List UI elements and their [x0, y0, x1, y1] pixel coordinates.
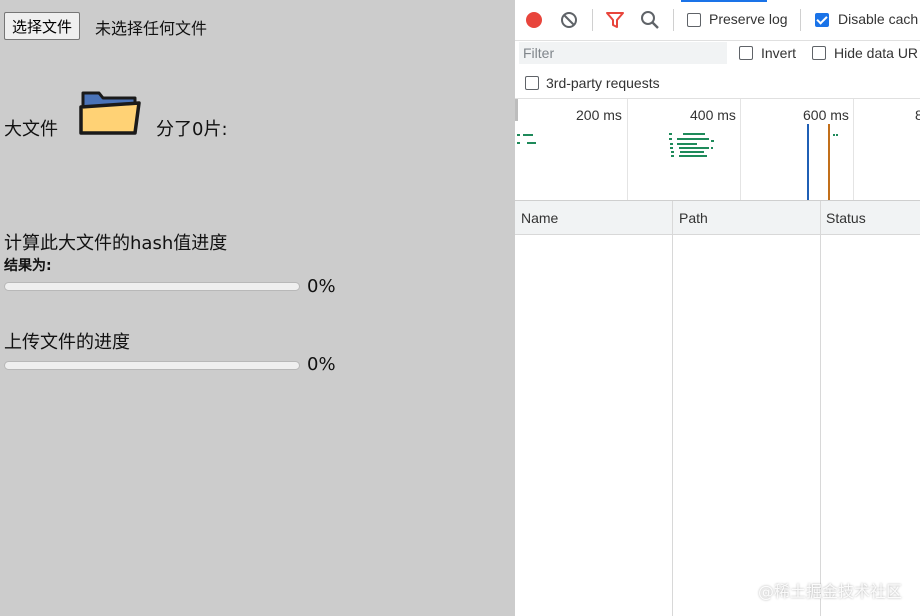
search-icon[interactable] — [640, 10, 660, 30]
filter-icon[interactable] — [605, 10, 625, 30]
upload-percent: 0% — [307, 354, 336, 375]
hide-data-urls-checkbox[interactable] — [812, 46, 826, 60]
filter-row: Invert Hide data UR — [515, 40, 920, 68]
record-icon[interactable] — [524, 10, 544, 30]
watermark: @稀土掘金技术社区 — [757, 582, 902, 601]
invert-label: Invert — [761, 45, 797, 61]
active-tab-indicator — [681, 0, 767, 2]
column-header-status[interactable]: Status — [826, 210, 866, 226]
column-divider[interactable] — [672, 201, 673, 616]
pieces-count-text: 分了0片: — [156, 119, 228, 140]
hash-progress-title: 计算此大文件的hash值进度 — [4, 233, 228, 254]
filter-input[interactable] — [519, 42, 727, 64]
network-toolbar: Preserve log Disable cach — [515, 0, 920, 41]
hash-result-label: 结果为: — [4, 258, 52, 274]
request-bars-late — [833, 134, 838, 136]
disable-cache-checkbox[interactable] — [815, 13, 829, 27]
clear-icon[interactable] — [559, 10, 579, 30]
no-file-chosen-text: 未选择任何文件 — [95, 19, 208, 38]
preserve-log-label: Preserve log — [709, 11, 788, 27]
hash-progress-bar — [4, 282, 300, 291]
invert-checkbox[interactable] — [739, 46, 753, 60]
timeline-request-bars — [517, 124, 838, 200]
request-bars-cluster — [669, 133, 714, 157]
column-header-path[interactable]: Path — [679, 210, 708, 226]
preserve-log-checkbox[interactable] — [687, 13, 701, 27]
request-table-header: Name Path Status — [515, 201, 920, 235]
dom-content-loaded-marker — [807, 124, 809, 200]
folder-icon — [79, 91, 141, 135]
choose-file-button[interactable]: 选择文件 — [4, 12, 81, 40]
third-party-requests-label: 3rd-party requests — [546, 75, 660, 91]
toolbar-separator — [800, 9, 801, 31]
toolbar-separator — [592, 9, 593, 31]
column-header-name[interactable]: Name — [521, 210, 558, 226]
toolbar-separator — [673, 9, 674, 31]
upload-progress-bar — [4, 361, 300, 370]
column-divider[interactable] — [820, 201, 821, 616]
network-overview-timeline[interactable]: 200 ms 400 ms 600 ms 8 — [515, 98, 920, 201]
disable-cache-label: Disable cach — [838, 11, 919, 27]
hash-percent: 0% — [307, 276, 336, 297]
big-file-label: 大文件 — [4, 119, 58, 140]
load-event-marker — [828, 124, 830, 200]
web-page: 选择文件 未选择任何文件 大文件 分了0片: 计算此大文件的hash值进度 结果… — [0, 0, 515, 616]
hide-data-urls-label: Hide data UR — [834, 45, 919, 61]
request-bars-early — [517, 134, 536, 144]
devtools-network-panel: Preserve log Disable cach Invert Hide da… — [515, 0, 920, 616]
upload-progress-title: 上传文件的进度 — [4, 332, 130, 353]
third-party-requests-checkbox[interactable] — [525, 76, 539, 90]
